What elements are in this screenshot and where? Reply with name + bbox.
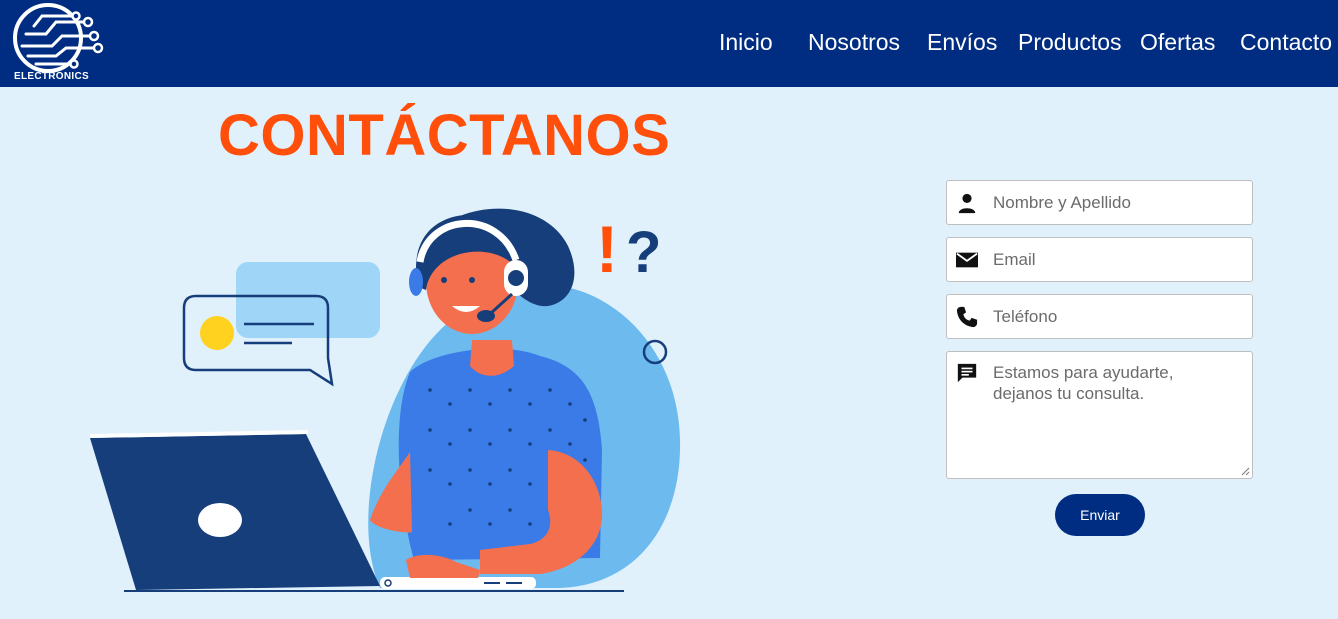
headset-left [409, 268, 423, 296]
email-input[interactable] [993, 238, 1248, 281]
nav-item-nosotros[interactable]: Nosotros [808, 29, 900, 56]
phone-field-wrapper [946, 294, 1253, 339]
nav-item-ofertas[interactable]: Ofertas [1140, 29, 1215, 56]
nav-item-envios[interactable]: Envíos [927, 29, 997, 56]
page-title: CONTÁCTANOS [218, 103, 671, 168]
message-field-wrapper [946, 351, 1253, 479]
resize-grip-icon[interactable] [1241, 467, 1250, 476]
name-input[interactable] [993, 181, 1248, 224]
laptop-logo [198, 503, 242, 537]
phone-icon [956, 306, 978, 328]
phone-input[interactable] [993, 295, 1248, 338]
logo-text: ELECTRONICS [14, 71, 89, 82]
neck [470, 340, 514, 376]
chat-bubble-back [236, 262, 380, 338]
message-textarea[interactable] [993, 362, 1248, 474]
exclamation-mark: ! [596, 212, 618, 286]
email-field-wrapper [946, 237, 1253, 282]
question-mark: ? [626, 220, 661, 285]
submit-button[interactable]: Enviar [1055, 494, 1145, 536]
name-field-wrapper [946, 180, 1253, 225]
nav-item-inicio[interactable]: Inicio [719, 29, 773, 56]
user-icon [958, 193, 976, 214]
envelope-icon [956, 252, 978, 268]
chat-bubble-dot [200, 316, 234, 350]
nav-item-productos[interactable]: Productos [1018, 29, 1122, 56]
nav-item-contacto[interactable]: Contacto [1240, 29, 1332, 56]
message-icon [957, 363, 977, 383]
navbar: ELECTRONICS Inicio Nosotros Envíos Produ… [0, 0, 1338, 87]
customer-support-illustration: ! ? [89, 208, 681, 592]
